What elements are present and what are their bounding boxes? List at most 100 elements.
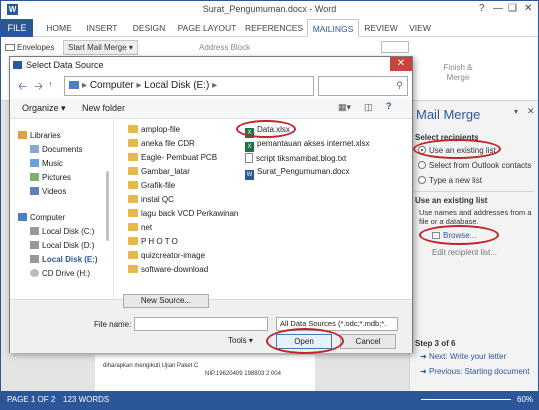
tab-design[interactable]: DESIGN xyxy=(128,19,170,37)
folder-name: Eagle- Pembuat PCB xyxy=(141,153,218,162)
nav-cd-drive[interactable]: CD Drive (H:) xyxy=(30,269,90,278)
previous-step-link[interactable]: ➜ Previous: Starting document xyxy=(420,367,529,376)
zoom-slider[interactable] xyxy=(421,399,511,400)
tab-home[interactable]: HOME xyxy=(41,19,77,37)
envelopes-label: Envelopes xyxy=(17,43,55,52)
nav-documents[interactable]: Documents xyxy=(30,145,82,154)
forward-icon[interactable]: 🡢 xyxy=(34,78,43,97)
folder-name: quizcreator-image xyxy=(141,251,206,260)
search-box[interactable]: ⚲ xyxy=(318,76,408,96)
list-item[interactable]: P H O T O xyxy=(128,237,178,246)
preview-pane-icon[interactable]: ◫ xyxy=(364,102,373,113)
nav-libraries[interactable]: Libraries xyxy=(18,131,61,140)
title-bar: W Surat_Pengumuman.docx - Word ? — ❑ ✕ xyxy=(1,1,538,19)
drive-icon xyxy=(30,241,39,249)
drive-icon xyxy=(30,227,39,235)
tab-file[interactable]: FILE xyxy=(1,19,33,37)
record-number-field[interactable] xyxy=(381,41,409,53)
folder-name: aneka file CDR xyxy=(141,139,195,148)
start-mail-merge-button[interactable]: Start Mail Merge ▾ xyxy=(63,40,138,55)
pane-close-icon[interactable]: ✕ xyxy=(527,106,535,117)
close-button[interactable]: ✕ xyxy=(524,3,532,14)
document-page[interactable]: diharapkan mengikuti Ujian Paket C NIP.1… xyxy=(95,355,315,391)
finish-merge-button[interactable]: Finish & Merge xyxy=(443,63,473,83)
nav-computer[interactable]: Computer xyxy=(18,213,65,222)
tab-view[interactable]: VIEW xyxy=(405,19,435,37)
cancel-button[interactable]: Cancel xyxy=(340,334,396,349)
folder-name: instal QC xyxy=(141,195,174,204)
chevron-down-icon: ▾ xyxy=(128,43,133,52)
start-mail-merge-label: Start Mail Merge xyxy=(68,43,127,52)
new-source-button[interactable]: New Source... xyxy=(123,294,209,308)
nav-drive-e[interactable]: Local Disk (E:) xyxy=(30,255,98,264)
nav-drive-c[interactable]: Local Disk (C:) xyxy=(30,227,94,236)
list-item[interactable]: Xpemantauan akses internet.xlsx xyxy=(245,139,370,152)
list-item[interactable]: lagu back VCD Perkawinan xyxy=(128,209,238,218)
list-item[interactable]: script tiksmambat.blog.txt xyxy=(245,153,346,163)
address-bar[interactable]: ▸ Computer ▸ Local Disk (E:) ▸ xyxy=(64,76,314,96)
minimize-button[interactable]: — xyxy=(493,3,503,14)
file-type-value: All Data Sources (*.odc;*.mdb;*. xyxy=(280,319,387,328)
edit-recipient-list-link[interactable]: Edit recipient list... xyxy=(432,248,497,257)
new-folder-button[interactable]: New folder xyxy=(82,103,125,113)
nav-videos[interactable]: Videos xyxy=(30,187,66,196)
tab-references[interactable]: REFERENCES xyxy=(244,19,304,37)
option-new-list[interactable]: Type a new list xyxy=(418,176,482,185)
pane-options-icon[interactable]: ▾ xyxy=(514,107,518,116)
file-list: amplop-file aneka file CDR Eagle- Pembua… xyxy=(114,119,412,299)
arrow-left-icon: ➜ xyxy=(420,367,429,376)
address-bar-row: 🡠 🡢 ↑ ▸ Computer ▸ Local Disk (E:) ▸ ⚲ xyxy=(10,73,412,99)
arrow-right-icon: ➜ xyxy=(420,352,429,361)
tab-page-layout[interactable]: PAGE LAYOUT xyxy=(175,19,239,37)
list-item[interactable]: net xyxy=(128,223,152,232)
nav-scrollbar[interactable] xyxy=(106,171,109,241)
status-bar: PAGE 1 OF 2 123 WORDS 60% xyxy=(1,391,538,409)
tools-button[interactable]: Tools ▾ xyxy=(228,336,253,345)
word-count[interactable]: 123 WORDS xyxy=(63,395,109,404)
list-item[interactable]: software-download xyxy=(128,265,208,274)
list-item[interactable]: Eagle- Pembuat PCB xyxy=(128,153,217,162)
list-item[interactable]: quizcreator-image xyxy=(128,251,205,260)
use-existing-description: Use names and addresses from a file or a… xyxy=(419,208,532,226)
address-block-button[interactable]: Address Block xyxy=(199,43,250,52)
nav-drive-e-label: Local Disk (E:) xyxy=(42,255,98,264)
folder-name: lagu back VCD Perkawinan xyxy=(141,209,239,218)
up-icon[interactable]: ↑ xyxy=(48,79,53,89)
list-item[interactable]: Gambar_latar xyxy=(128,167,190,176)
back-icon[interactable]: 🡠 xyxy=(18,78,27,97)
folder-icon xyxy=(128,223,138,231)
list-item[interactable]: W Surat_Pengumuman.docx xyxy=(245,167,350,180)
file-name-input[interactable] xyxy=(134,317,268,331)
list-item[interactable]: Grafik-file xyxy=(128,181,175,190)
next-step-link[interactable]: ➜ Next: Write your letter xyxy=(420,352,506,361)
view-options-icon[interactable]: ▦▾ xyxy=(338,102,351,113)
path-drive[interactable]: Local Disk (E:) xyxy=(144,80,209,91)
chevron-down-icon: ▾ xyxy=(248,336,253,345)
help-icon[interactable]: ? xyxy=(386,101,392,111)
page-count[interactable]: PAGE 1 OF 2 xyxy=(7,395,55,404)
computer-icon xyxy=(18,213,27,221)
folder-name: net xyxy=(141,223,153,232)
restore-button[interactable]: ❑ xyxy=(508,3,517,14)
word-file-icon: W xyxy=(245,170,254,180)
list-item[interactable]: amplop-file xyxy=(128,125,180,134)
nav-drive-d[interactable]: Local Disk (D:) xyxy=(30,241,94,250)
nav-pictures[interactable]: Pictures xyxy=(30,173,71,182)
envelopes-button[interactable]: Envelopes xyxy=(5,43,54,52)
tab-review[interactable]: REVIEW xyxy=(363,19,399,37)
option-outlook-contacts[interactable]: Select from Outlook contacts xyxy=(418,161,531,170)
tab-insert[interactable]: INSERT xyxy=(81,19,123,37)
tab-mailings[interactable]: MAILINGS xyxy=(307,19,359,37)
zoom-level[interactable]: 60% xyxy=(517,395,533,404)
organize-button[interactable]: Organize ▾ xyxy=(22,103,66,114)
folder-icon xyxy=(128,181,138,189)
nav-videos-label: Videos xyxy=(42,187,67,196)
list-item[interactable]: instal QC xyxy=(128,195,174,204)
help-button[interactable]: ? xyxy=(479,3,485,14)
option-new-list-label: Type a new list xyxy=(429,176,482,185)
dialog-close-button[interactable]: ✕ xyxy=(390,57,412,71)
path-computer[interactable]: Computer xyxy=(90,80,134,91)
list-item[interactable]: aneka file CDR xyxy=(128,139,195,148)
folder-name: amplop-file xyxy=(141,125,181,134)
nav-music[interactable]: Music xyxy=(30,159,63,168)
